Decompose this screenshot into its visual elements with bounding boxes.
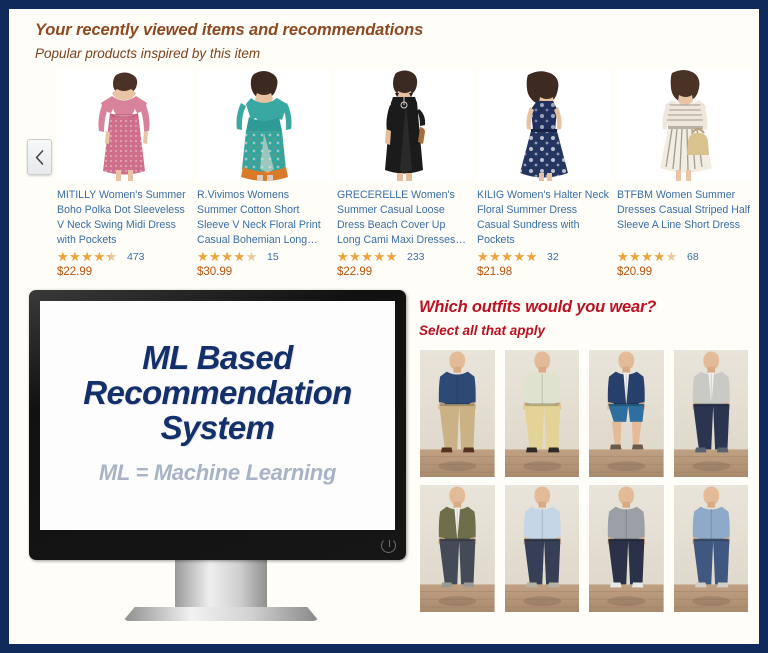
survey-instruction: Select all that apply	[419, 323, 546, 338]
product-image-navy-floral-halter-sundress[interactable]	[477, 69, 611, 181]
product-title[interactable]: BTFBM Women Summer Dresses Casual Stripe…	[617, 188, 751, 248]
screen-title-line3: System	[160, 408, 275, 446]
product-image-striped-a-line-short-dress[interactable]	[617, 69, 751, 181]
product-price: $20.99	[617, 266, 653, 278]
survey-panel: Which outfits would you wear? Select all…	[413, 284, 759, 644]
review-count[interactable]: 473	[127, 251, 145, 263]
screen-title-line2: Recommendation	[83, 374, 352, 412]
product-title[interactable]: R.Vivimos Womens Summer Cotton Short Sle…	[197, 188, 331, 248]
star-rating: ★★★★★ ★★★★★	[617, 249, 678, 264]
monitor-stand-neck	[175, 560, 267, 607]
outfit-option-3[interactable]	[672, 349, 749, 478]
recommendations-title: Your recently viewed items and recommend…	[35, 21, 424, 39]
product-card[interactable]: BTFBM Women Summer Dresses Casual Stripe…	[617, 69, 757, 278]
screen-title: ML Based Recommendation System	[83, 339, 352, 446]
recommendations-section: Your recently viewed items and recommend…	[9, 9, 759, 278]
product-image-teal-floral-boho-maxi-dress[interactable]	[197, 69, 331, 181]
product-image-pink-polka-dot-midi-dress[interactable]	[57, 69, 191, 181]
outfit-option-7[interactable]	[672, 484, 749, 613]
monitor-stand-base	[123, 607, 319, 621]
outfit-option-6[interactable]	[588, 484, 665, 613]
carousel-prev-button[interactable]	[27, 139, 52, 175]
monitor-stand	[29, 560, 413, 621]
outfit-grid	[419, 349, 749, 613]
product-rating[interactable]: ★★★★★ ★★★★★ 233	[337, 250, 471, 263]
review-count[interactable]: 68	[687, 251, 699, 263]
product-price: $22.99	[337, 266, 373, 278]
product-price: $30.99	[197, 266, 233, 278]
star-rating: ★★★★★ ★★★★★	[337, 249, 398, 264]
page-container: Your recently viewed items and recommend…	[0, 0, 768, 653]
monitor-screen: ML Based Recommendation System ML = Mach…	[40, 301, 395, 530]
monitor-bezel: ML Based Recommendation System ML = Mach…	[29, 290, 406, 560]
bottom-section: ML Based Recommendation System ML = Mach…	[9, 284, 759, 644]
product-price: $22.99	[57, 266, 93, 278]
product-card[interactable]: R.Vivimos Womens Summer Cotton Short Sle…	[197, 69, 337, 278]
screen-subtitle: ML = Machine Learning	[98, 459, 337, 485]
monitor-illustration: ML Based Recommendation System ML = Mach…	[9, 284, 413, 644]
review-count[interactable]: 15	[267, 251, 279, 263]
product-title[interactable]: MITILLY Women's Summer Boho Polka Dot Sl…	[57, 188, 191, 248]
product-title[interactable]: KILIG Women's Halter Neck Floral Summer …	[477, 188, 611, 248]
screen-title-line1: ML Based	[142, 339, 293, 377]
product-rating[interactable]: ★★★★★ ★★★★★ 32	[477, 250, 611, 263]
outfit-option-4[interactable]	[419, 484, 496, 613]
outfit-option-2[interactable]	[588, 349, 665, 478]
product-image-black-cami-maxi-dress[interactable]	[337, 69, 471, 181]
outfit-option-1[interactable]	[503, 349, 580, 478]
product-price: $21.98	[477, 266, 513, 278]
product-card[interactable]: KILIG Women's Halter Neck Floral Summer …	[477, 69, 617, 278]
product-carousel: MITILLY Women's Summer Boho Polka Dot Sl…	[9, 69, 759, 278]
product-card[interactable]: GRECERELLE Women's Summer Casual Loose D…	[337, 69, 477, 278]
product-card[interactable]: MITILLY Women's Summer Boho Polka Dot Sl…	[57, 69, 197, 278]
star-rating: ★★★★★ ★★★★★	[477, 249, 538, 264]
outfit-option-0[interactable]	[419, 349, 496, 478]
review-count[interactable]: 32	[547, 251, 559, 263]
product-rating[interactable]: ★★★★★ ★★★★★ 473	[57, 250, 191, 263]
star-rating: ★★★★★ ★★★★★	[197, 249, 258, 264]
chevron-left-icon	[35, 149, 44, 165]
product-rating[interactable]: ★★★★★ ★★★★★ 15	[197, 250, 331, 263]
star-rating: ★★★★★ ★★★★★	[57, 249, 118, 264]
recommendations-subtitle: Popular products inspired by this item	[35, 46, 261, 61]
survey-question: Which outfits would you wear?	[419, 298, 657, 316]
review-count[interactable]: 233	[407, 251, 425, 263]
outfit-option-5[interactable]	[503, 484, 580, 613]
product-title[interactable]: GRECERELLE Women's Summer Casual Loose D…	[337, 188, 471, 248]
product-rating[interactable]: ★★★★★ ★★★★★ 68	[617, 250, 751, 263]
